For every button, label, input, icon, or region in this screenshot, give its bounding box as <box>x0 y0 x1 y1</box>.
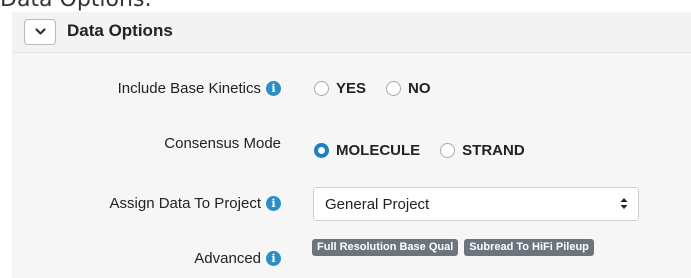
info-icon[interactable]: i <box>266 81 281 96</box>
base-kinetics-radio-group: YES NO <box>314 80 451 97</box>
advanced-tags: Full Resolution Base Qual Subread To HiF… <box>312 239 600 256</box>
base-kinetics-option-yes[interactable]: YES <box>314 80 366 97</box>
section-title: Data Options <box>67 21 173 40</box>
consensus-mode-option-molecule[interactable]: MOLECULE <box>314 142 420 159</box>
consensus-mode-option-strand[interactable]: STRAND <box>440 142 525 159</box>
option-label: YES <box>336 80 367 97</box>
project-select-value: General Project <box>325 196 430 213</box>
advanced-tag[interactable]: Subread To HiFi Pileup <box>464 239 594 256</box>
project-select[interactable]: General Project <box>313 187 639 221</box>
consensus-mode-label-row: Consensus Mode <box>164 135 281 152</box>
chevron-down-icon <box>34 28 46 35</box>
option-label: STRAND <box>462 142 525 159</box>
base-kinetics-option-no[interactable]: NO <box>386 80 431 97</box>
project-label: Assign Data To Project <box>109 195 261 212</box>
project-label-row: Assign Data To Project i <box>110 195 281 212</box>
advanced-label-row: Advanced i <box>194 250 281 267</box>
section-header: Data Options <box>12 12 691 53</box>
consensus-mode-radio-group: MOLECULE STRAND <box>314 142 545 159</box>
radio-unchecked-icon[interactable] <box>386 81 402 96</box>
info-icon[interactable]: i <box>266 251 281 266</box>
base-kinetics-label-row: Include Base Kinetics i <box>118 80 281 97</box>
radio-unchecked-icon[interactable] <box>440 143 456 158</box>
collapse-button[interactable] <box>24 19 56 45</box>
radio-unchecked-icon[interactable] <box>314 81 329 96</box>
data-options-panel: Data Options Include Base Kinetics i YES… <box>12 12 691 278</box>
consensus-mode-label: Consensus Mode <box>164 135 281 152</box>
radio-checked-icon[interactable] <box>314 143 329 158</box>
option-label: MOLECULE <box>336 142 421 159</box>
advanced-label: Advanced <box>194 250 261 267</box>
info-icon[interactable]: i <box>266 196 281 211</box>
advanced-tag[interactable]: Full Resolution Base Qual <box>312 239 459 256</box>
base-kinetics-label: Include Base Kinetics <box>117 80 261 97</box>
sort-caret-icon <box>620 198 628 209</box>
page-heading-partial: Data Options: <box>0 0 152 12</box>
option-label: NO <box>408 80 431 97</box>
